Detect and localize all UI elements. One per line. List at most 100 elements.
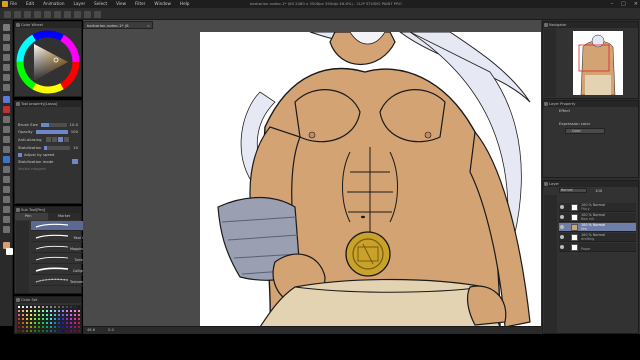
text-tool-icon[interactable] — [3, 206, 10, 213]
adjust-speed-checkbox[interactable] — [18, 152, 22, 157]
brush-size-label: Brush Size — [18, 122, 38, 127]
antialias-weak-button[interactable] — [51, 137, 57, 142]
document-tab[interactable]: barbarian-rodeo-1* (6 × — [83, 21, 153, 29]
eraser-tool-icon[interactable] — [3, 136, 10, 143]
antialias-row[interactable]: Anti-aliasing — [15, 135, 81, 144]
layer-row[interactable]: 100 % Normal drafting — [559, 233, 636, 242]
snap-icon[interactable] — [94, 10, 101, 18]
close-tab-icon[interactable]: × — [147, 22, 150, 29]
antialias-label: Anti-aliasing — [18, 137, 42, 142]
tool-property-panel: Tool property[Lasso] Brush Size 10.0 Opa… — [14, 100, 82, 204]
layer-tool-sidebar — [544, 195, 557, 333]
tab-pen[interactable]: Pen — [15, 213, 48, 220]
blend-mode-select[interactable]: Normal — [559, 188, 587, 193]
eyedropper-tool-icon[interactable] — [3, 84, 10, 91]
brush-size-row[interactable]: Brush Size 10.0 — [15, 121, 81, 128]
expression-color-select[interactable]: Color — [565, 128, 605, 134]
move-tool-icon[interactable] — [3, 34, 10, 41]
layer-row[interactable]: 100 % Normal flow ink — [559, 213, 636, 222]
brush-size-slider[interactable] — [40, 122, 67, 127]
stabilization-value: 10 — [73, 145, 78, 150]
minimize-icon[interactable]: – — [611, 1, 614, 7]
visibility-eye-icon[interactable] — [560, 215, 564, 219]
close-icon[interactable]: × — [634, 1, 638, 7]
deselect-icon[interactable] — [74, 10, 81, 18]
opacity-row[interactable]: Opacity 100 — [15, 128, 81, 135]
transform-icon[interactable] — [64, 10, 71, 18]
layer-name: Paper — [581, 247, 591, 251]
color-swatch-grid[interactable] — [17, 305, 81, 333]
navigator-thumbnail[interactable] — [573, 31, 623, 95]
menu-view[interactable]: View — [116, 1, 126, 6]
layer-row-paper[interactable]: Paper — [559, 243, 636, 252]
antialias-strong-button[interactable] — [63, 137, 69, 142]
frame-tool-icon[interactable] — [3, 186, 10, 193]
angle-value[interactable]: 0.0 — [108, 328, 114, 332]
pencil-tool-icon[interactable] — [3, 106, 10, 113]
color-swatch[interactable] — [77, 329, 81, 333]
visibility-eye-icon[interactable] — [560, 245, 564, 249]
canvas-paper[interactable] — [200, 32, 542, 327]
clear-icon[interactable] — [54, 10, 61, 18]
vector-magnet-row[interactable]: Vector magnet — [15, 165, 81, 172]
menu-select[interactable]: Select — [94, 1, 107, 6]
antialias-medium-button[interactable] — [57, 137, 63, 142]
document-tab-label: barbarian-rodeo-1* (6 — [87, 23, 129, 28]
gradient-tool-icon[interactable] — [3, 166, 10, 173]
figure-tool-icon[interactable] — [3, 176, 10, 183]
menu-animation[interactable]: Animation — [43, 1, 64, 6]
layer-name: Ffury — [581, 207, 590, 211]
opacity-slider[interactable] — [35, 129, 68, 134]
brush-tool-icon[interactable] — [3, 116, 10, 123]
visibility-eye-icon[interactable] — [560, 205, 564, 209]
stabilization-row[interactable]: Stabilization 10 — [15, 144, 81, 151]
redo-icon[interactable] — [44, 10, 51, 18]
navigator-icon — [544, 23, 548, 27]
menu-filter[interactable]: Filter — [135, 1, 145, 6]
move-layer-tool-icon[interactable] — [3, 54, 10, 61]
blend-tool-icon[interactable] — [3, 146, 10, 153]
layer-property-icon — [544, 102, 548, 106]
stab-mode-row[interactable]: Stabilization mode — [15, 158, 81, 165]
maximize-icon[interactable]: □ — [621, 1, 626, 7]
pen-tool-icon[interactable] — [3, 96, 10, 103]
undo-icon[interactable] — [34, 10, 41, 18]
visibility-eye-icon[interactable] — [560, 235, 564, 239]
ruler-tool-icon[interactable] — [3, 196, 10, 203]
stabilization-slider[interactable] — [44, 145, 71, 150]
layer-row-selected[interactable]: 100 % Normal Hm — [559, 223, 636, 232]
menu-edit[interactable]: Edit — [26, 1, 34, 6]
menu-help[interactable]: Help — [180, 1, 190, 6]
layer-icon — [544, 182, 548, 186]
zoom-value[interactable]: 46.6 — [87, 328, 95, 332]
stab-mode-button[interactable] — [72, 159, 78, 164]
antialias-none-button[interactable] — [45, 137, 51, 142]
fill-tool-icon[interactable] — [3, 156, 10, 163]
color-wheel[interactable] — [15, 28, 81, 96]
airbrush-tool-icon[interactable] — [3, 126, 10, 133]
correct-line-tool-icon[interactable] — [3, 226, 10, 233]
tab-marker[interactable]: Marker — [48, 213, 81, 220]
menu-file[interactable]: File — [10, 1, 17, 6]
brush-stroke-preview — [35, 267, 69, 272]
auto-select-tool-icon[interactable] — [3, 74, 10, 81]
menu-layer[interactable]: Layer — [73, 1, 85, 6]
adjust-speed-label: Adjust by speed — [24, 152, 55, 157]
save-icon[interactable] — [24, 10, 31, 18]
new-file-icon[interactable] — [4, 10, 11, 18]
menu-bar: File Edit Animation Layer Select View Fi… — [10, 1, 189, 6]
selection-tool-icon[interactable] — [3, 64, 10, 71]
visibility-eye-icon[interactable] — [560, 225, 564, 229]
stabilization-label: Stabilization — [18, 145, 42, 150]
invert-selection-icon[interactable] — [84, 10, 91, 18]
brush-stroke-preview — [35, 234, 69, 239]
menu-window[interactable]: Window — [154, 1, 171, 6]
layer-opacity-value[interactable]: 100 — [595, 188, 602, 193]
sub-color-swatch[interactable] — [6, 248, 13, 255]
adjust-speed-row[interactable]: Adjust by speed — [15, 151, 81, 158]
open-file-icon[interactable] — [14, 10, 21, 18]
operation-tool-icon[interactable] — [3, 44, 10, 51]
balloon-tool-icon[interactable] — [3, 216, 10, 223]
zoom-tool-icon[interactable] — [3, 24, 10, 31]
layer-row[interactable]: 100 % Normal Ffury — [559, 203, 636, 212]
